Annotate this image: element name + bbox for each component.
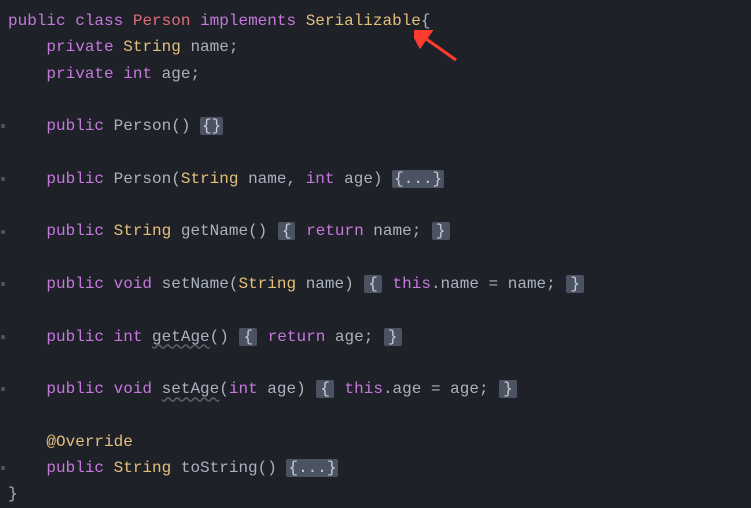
- parens: (): [171, 117, 190, 135]
- code-line: public String toString() {...}: [0, 455, 743, 481]
- keyword-int: int: [306, 170, 335, 188]
- annotation-override: @Override: [46, 433, 132, 451]
- blank-line: [0, 192, 743, 218]
- field-age: age: [162, 65, 191, 83]
- keyword-void: void: [114, 380, 152, 398]
- fold-brace-open[interactable]: {: [316, 380, 334, 398]
- return-value: age;: [325, 328, 373, 346]
- code-editor[interactable]: public class Person implements Serializa…: [0, 8, 743, 508]
- type-string: String: [114, 222, 172, 240]
- gutter-marker[interactable]: [0, 113, 6, 139]
- keyword-private: private: [46, 38, 113, 56]
- paren-close: ): [373, 170, 383, 188]
- keyword-public: public: [46, 117, 104, 135]
- blank-line: [0, 139, 743, 165]
- method-setname: setName: [162, 275, 229, 293]
- fold-brace-open[interactable]: {: [278, 222, 296, 240]
- keyword-int: int: [114, 328, 143, 346]
- keyword-public: public: [46, 170, 104, 188]
- code-line: public void setAge(int age) { this.age =…: [0, 376, 743, 402]
- type-string: String: [181, 170, 239, 188]
- paren-open: (: [219, 380, 229, 398]
- type-string: String: [123, 38, 181, 56]
- type-string: String: [114, 459, 172, 477]
- param-name: name: [248, 170, 286, 188]
- gutter-marker[interactable]: [0, 271, 6, 297]
- keyword-class: class: [75, 12, 123, 30]
- keyword-public: public: [46, 275, 104, 293]
- fold-brace-open[interactable]: {: [364, 275, 382, 293]
- fold-brace-close[interactable]: }: [499, 380, 517, 398]
- paren-close: ): [296, 380, 306, 398]
- blank-line: [0, 87, 743, 113]
- gutter-marker[interactable]: [0, 324, 6, 350]
- fold-region[interactable]: {...}: [286, 459, 338, 477]
- keyword-int: int: [123, 65, 152, 83]
- param-name: name: [306, 275, 344, 293]
- comma: ,: [286, 170, 296, 188]
- paren-close: ): [344, 275, 354, 293]
- code-line: public void setName(String name) { this.…: [0, 271, 743, 297]
- type-string: String: [238, 275, 296, 293]
- constructor-name: Person: [114, 170, 172, 188]
- gutter-marker[interactable]: [0, 376, 6, 402]
- constructor-name: Person: [114, 117, 172, 135]
- blank-line: [0, 350, 743, 376]
- code-line: public Person(String name, int age) {...…: [0, 166, 743, 192]
- fold-region[interactable]: {...}: [392, 170, 444, 188]
- keyword-implements: implements: [200, 12, 296, 30]
- field-name: name: [190, 38, 228, 56]
- class-name: Person: [133, 12, 191, 30]
- keyword-public: public: [46, 459, 104, 477]
- keyword-public: public: [46, 222, 104, 240]
- return-value: name;: [364, 222, 422, 240]
- code-line: private int age;: [0, 61, 743, 87]
- semicolon: ;: [190, 65, 200, 83]
- brace: {: [421, 12, 431, 30]
- brace-close: }: [8, 485, 18, 503]
- gutter-marker[interactable]: [0, 218, 6, 244]
- param-age: age: [344, 170, 373, 188]
- assignment: .name = name;: [431, 275, 556, 293]
- fold-brace-close[interactable]: }: [432, 222, 450, 240]
- keyword-public: public: [46, 380, 104, 398]
- keyword-return: return: [306, 222, 364, 240]
- code-line: @Override: [0, 429, 743, 455]
- keyword-this: this: [393, 275, 431, 293]
- keyword-return: return: [268, 328, 326, 346]
- keyword-void: void: [114, 275, 152, 293]
- code-line: public int getAge() { return age; }: [0, 324, 743, 350]
- assignment: .age = age;: [383, 380, 489, 398]
- fold-brace-close[interactable]: }: [566, 275, 584, 293]
- method-getage: getAge: [152, 328, 210, 346]
- keyword-private: private: [46, 65, 113, 83]
- method-getname: getName: [181, 222, 248, 240]
- gutter-marker[interactable]: [0, 455, 6, 481]
- keyword-int: int: [229, 380, 258, 398]
- code-line: private String name;: [0, 34, 743, 60]
- fold-region[interactable]: {}: [200, 117, 223, 135]
- blank-line: [0, 297, 743, 323]
- interface-name: Serializable: [306, 12, 421, 30]
- code-line: }: [0, 481, 743, 507]
- keyword-public: public: [46, 328, 104, 346]
- parens: (): [210, 328, 229, 346]
- method-tostring: toString: [181, 459, 258, 477]
- keyword-public: public: [8, 12, 66, 30]
- method-setage: setAge: [162, 380, 220, 398]
- param-age: age: [267, 380, 296, 398]
- blank-line: [0, 402, 743, 428]
- blank-line: [0, 245, 743, 271]
- code-line: public String getName() { return name; }: [0, 218, 743, 244]
- fold-brace-close[interactable]: }: [384, 328, 402, 346]
- parens: (): [248, 222, 267, 240]
- code-line: public class Person implements Serializa…: [0, 8, 743, 34]
- code-line: public Person() {}: [0, 113, 743, 139]
- gutter-marker[interactable]: [0, 166, 6, 192]
- fold-brace-open[interactable]: {: [239, 328, 257, 346]
- keyword-this: this: [345, 380, 383, 398]
- semicolon: ;: [229, 38, 239, 56]
- parens: (): [258, 459, 277, 477]
- paren-open: (: [171, 170, 181, 188]
